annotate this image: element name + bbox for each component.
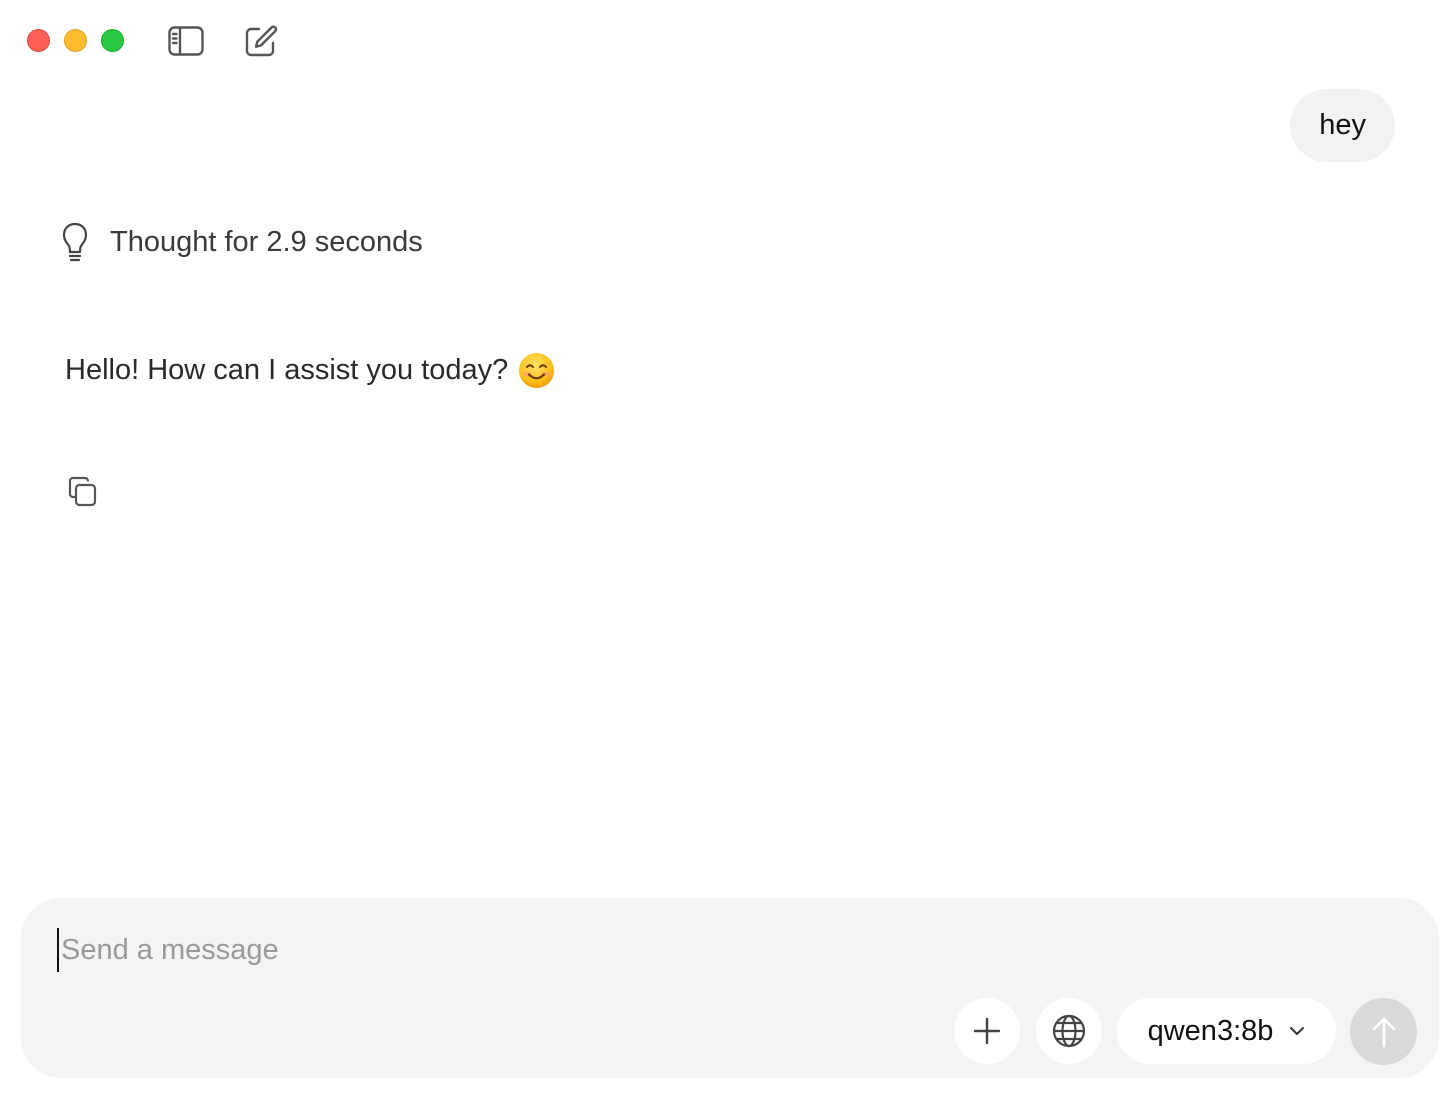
plus-icon <box>973 1017 1001 1045</box>
sidebar-toggle-button[interactable] <box>167 22 205 60</box>
smiling-face-emoji <box>519 353 555 388</box>
add-attachment-button[interactable] <box>954 998 1020 1064</box>
message-composer: qwen3:8b <box>21 898 1439 1078</box>
thought-toggle[interactable]: Thought for 2.9 seconds <box>60 222 423 262</box>
user-message-text: hey <box>1319 109 1366 141</box>
model-selector[interactable]: qwen3:8b <box>1117 998 1336 1064</box>
globe-icon <box>1052 1014 1086 1048</box>
minimize-window-button[interactable] <box>64 29 87 52</box>
model-name: qwen3:8b <box>1147 1014 1274 1047</box>
sidebar-toggle-icon <box>168 26 204 56</box>
arrow-up-icon <box>1372 1017 1395 1047</box>
copy-icon <box>68 476 97 507</box>
chevron-down-icon <box>1290 1027 1305 1035</box>
new-chat-icon <box>245 25 278 57</box>
close-window-button[interactable] <box>27 29 50 52</box>
user-message-bubble: hey <box>1290 89 1395 162</box>
message-input[interactable] <box>57 928 1361 972</box>
copy-button[interactable] <box>65 474 101 510</box>
send-button[interactable] <box>1350 998 1417 1065</box>
assistant-message: Hello! How can I assist you today? <box>65 352 555 389</box>
lightbulb-icon <box>62 222 88 262</box>
window-controls <box>27 29 124 52</box>
web-search-button[interactable] <box>1036 998 1102 1064</box>
app-window: hey Thought for 2.9 seconds Hello! How c… <box>0 0 1456 1094</box>
new-chat-button[interactable] <box>242 22 280 60</box>
thought-label: Thought for 2.9 seconds <box>110 225 423 258</box>
assistant-message-text: Hello! How can I assist you today? <box>65 354 509 386</box>
zoom-window-button[interactable] <box>101 29 124 52</box>
